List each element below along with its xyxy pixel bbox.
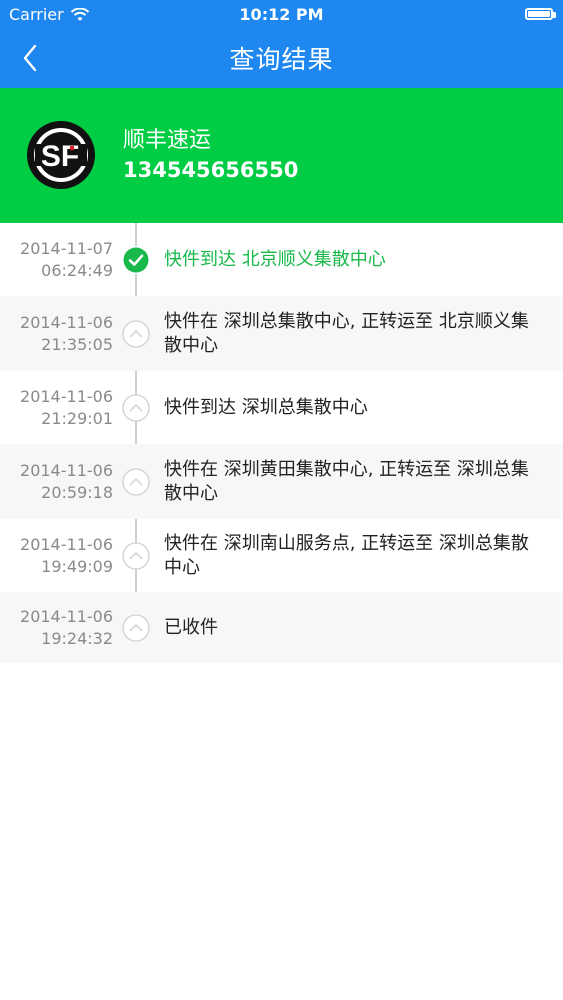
tracking-number: 13454565655​0 <box>123 158 299 182</box>
event-time: 21:35:05 <box>41 334 113 354</box>
event-time: 21:29:01 <box>41 408 113 428</box>
event-datetime: 2014-11-06 19:49:09 <box>0 534 113 578</box>
chevron-up-circle-icon <box>122 541 150 570</box>
tracking-timeline: 2014-11-07 06:24:49 快件到达 北京顺义集散中心 2014-11-0… <box>0 223 563 663</box>
event-date: 2014-11-07 <box>20 238 113 258</box>
event-date: 2014-11-06 <box>20 606 113 626</box>
battery-fill <box>528 11 550 17</box>
battery-icon <box>525 8 556 20</box>
status-bar: Carrier 10:12 PM <box>0 0 563 30</box>
check-circle-icon <box>122 245 150 274</box>
event-time: 06:24:49 <box>41 260 113 280</box>
chevron-up-circle-icon <box>122 393 150 422</box>
timeline-event: 2014-11-07 06:24:49 快件到达 北京顺义集散中心 <box>0 223 563 296</box>
event-date: 2014-11-06 <box>20 312 113 332</box>
event-description: 快件在 深圳总集散中心, 正转运至 北京顺义集散中心 <box>164 310 529 356</box>
chevron-up-circle-icon <box>122 613 150 642</box>
event-time: 19:24:32 <box>41 628 113 648</box>
page-title: 查询结果 <box>229 45 334 74</box>
chevron-up-circle-icon <box>122 319 150 348</box>
event-date: 2014-11-06 <box>20 460 113 480</box>
timeline-event: 2014-11-06 21:35:05 快件在 深圳总集散中心, 正转运至 北京顺义… <box>0 296 563 371</box>
event-description: 快件到达 北京顺义集散中心 <box>164 248 386 270</box>
event-date: 2014-11-06 <box>20 386 113 406</box>
event-datetime: 2014-11-06 19:24:32 <box>0 606 113 650</box>
timeline-event: 2014-11-06 19:49:09 快件在 深圳南山服务点, 正转运至 深圳总集… <box>0 519 563 592</box>
event-time: 20:59:18 <box>41 482 113 502</box>
status-time: 10:12 PM <box>239 5 324 24</box>
company-name: 顺丰速运 <box>123 128 212 153</box>
event-datetime: 2014-11-07 06:24:49 <box>0 238 113 282</box>
navigation-bar: 查询结果 <box>0 30 563 88</box>
event-datetime: 2014-11-06 21:35:05 <box>0 312 113 356</box>
event-datetime: 2014-11-06 21:29:01 <box>0 386 113 430</box>
event-time: 19:49:09 <box>41 556 113 576</box>
event-date: 2014-11-06 <box>20 534 113 554</box>
chevron-up-circle-icon <box>122 467 150 496</box>
event-datetime: 2014-11-06 20:59:18 <box>0 460 113 504</box>
top-bar: Carrier 10:12 PM 查询结果 <box>0 0 563 88</box>
logo-text: SF <box>41 140 79 173</box>
timeline-event: 2014-11-06 21:29:01 快件到达 深圳总集散中心 <box>0 371 563 444</box>
event-description: 快件在 深圳南山服务点, 正转运至 深圳总集散中心 <box>164 532 529 578</box>
event-description: 快件在 深圳黄田集散中心, 正转运至 深圳总集散中心 <box>164 458 529 504</box>
sf-express-logo-icon: SF <box>27 121 95 189</box>
company-header: SF 顺丰速运 13454565655​0 <box>0 88 563 223</box>
event-description: 已收件 <box>164 616 218 638</box>
event-description: 快件到达 深圳总集散中心 <box>164 396 368 418</box>
timeline-event: 2014-11-06 19:24:32 已收件 <box>0 592 563 663</box>
timeline-event: 2014-11-06 20:59:18 快件在 深圳黄田集散中心, 正转运至 深圳总… <box>0 444 563 519</box>
